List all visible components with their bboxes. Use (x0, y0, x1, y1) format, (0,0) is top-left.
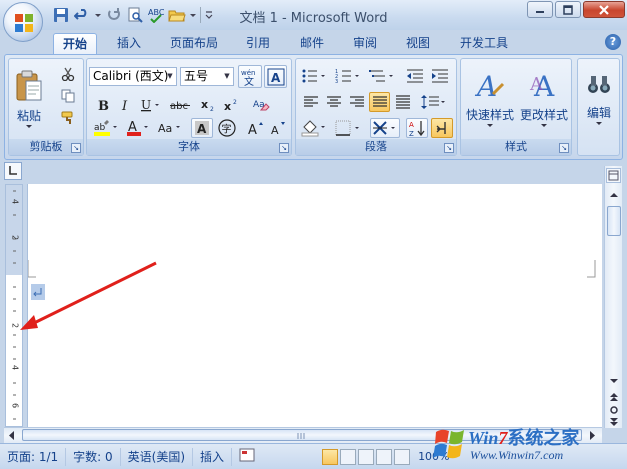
view-buttons (322, 448, 411, 465)
previous-page-icon[interactable] (607, 391, 621, 403)
annotation-arrow (20, 261, 157, 330)
scroll-down-icon[interactable] (607, 374, 621, 388)
select-browse-object-icon[interactable] (607, 404, 621, 416)
watermark-logo: Win7系统之家 Www.Winwin7.com (432, 418, 627, 469)
outline-view-icon[interactable] (376, 448, 393, 465)
print-layout-view-icon[interactable] (322, 448, 339, 465)
vertical-scrollbar[interactable] (604, 166, 622, 428)
full-screen-reading-icon[interactable] (340, 448, 357, 465)
watermark-brand: Win7系统之家 (468, 428, 580, 448)
scroll-left-icon[interactable] (6, 429, 18, 442)
scroll-up-icon[interactable] (607, 188, 621, 202)
web-layout-view-icon[interactable] (358, 448, 375, 465)
watermark-url: Www.Winwin7.com (470, 448, 564, 462)
page-count[interactable]: 页面: 1/1 (0, 447, 67, 466)
scroll-thumb[interactable] (607, 206, 621, 236)
macro-record-icon[interactable] (232, 448, 262, 466)
language-indicator[interactable]: 英语(美国) (121, 447, 194, 466)
ruler-toggle-icon[interactable] (606, 168, 621, 183)
word-count[interactable]: 字数: 0 (66, 447, 121, 466)
insert-mode[interactable]: 插入 (193, 447, 233, 466)
office-button[interactable] (3, 2, 43, 42)
draft-view-icon[interactable] (394, 448, 411, 465)
office-logo-icon (15, 14, 33, 32)
